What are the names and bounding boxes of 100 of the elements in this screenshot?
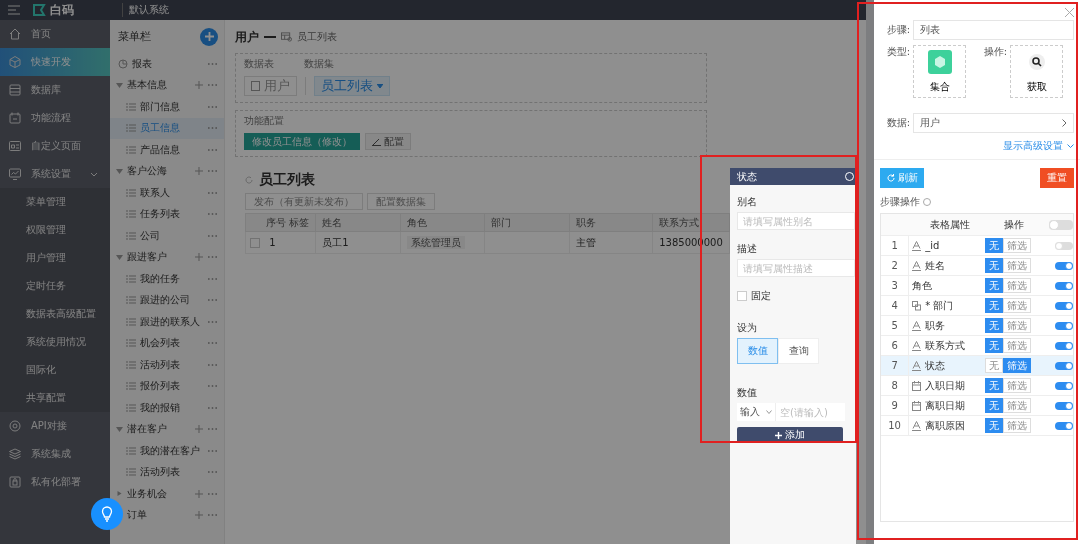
column-header[interactable]: 职务: [569, 213, 653, 232]
more-icon[interactable]: [207, 190, 218, 195]
row-checkbox[interactable]: [250, 238, 260, 248]
submenu-item[interactable]: 系统使用情况: [0, 328, 110, 356]
option-button[interactable]: 查询: [778, 338, 819, 364]
chevron-icon[interactable]: [90, 171, 98, 177]
mode-option[interactable]: 筛选: [1003, 398, 1031, 413]
more-icon[interactable]: [207, 405, 218, 410]
menu-item[interactable]: 报表: [132, 56, 203, 71]
mode-option[interactable]: 无: [985, 398, 1003, 413]
more-icon[interactable]: [207, 298, 218, 303]
publish-button[interactable]: 发布（有更新未发布）: [245, 193, 363, 210]
caret-icon[interactable]: [116, 82, 123, 88]
column-header[interactable]: 联系方式: [652, 213, 730, 232]
sidebar-item[interactable]: 私有化部署: [0, 468, 110, 496]
step-field[interactable]: 列表: [913, 20, 1074, 40]
column-header[interactable]: 部门: [484, 213, 570, 232]
submenu-item[interactable]: 权限管理: [0, 216, 110, 244]
toggle-switch[interactable]: [1055, 381, 1073, 390]
toggle-switch[interactable]: [1055, 281, 1073, 290]
mode-option[interactable]: 无: [985, 318, 1003, 333]
mode-option[interactable]: 无: [985, 258, 1003, 273]
toggle-switch[interactable]: [1049, 219, 1073, 230]
config-button[interactable]: 配置: [365, 133, 411, 150]
menu-item[interactable]: 我的报销: [110, 397, 224, 419]
more-icon[interactable]: [207, 83, 218, 88]
toggle-switch[interactable]: [1055, 421, 1073, 430]
plus-icon[interactable]: [195, 253, 203, 262]
mode-option[interactable]: 无: [985, 298, 1003, 313]
table-row[interactable]: 8 入职日期 无 筛选: [881, 376, 1073, 396]
toggle-switch[interactable]: [1055, 341, 1073, 350]
submenu-item[interactable]: 用户管理: [0, 244, 110, 272]
menu-item[interactable]: 产品信息: [110, 139, 224, 161]
sidebar-item[interactable]: API对接: [0, 412, 110, 440]
table-row[interactable]: 1 _id 无 筛选: [881, 236, 1073, 256]
column-header[interactable]: 角色: [400, 213, 485, 232]
action-button[interactable]: 修改员工信息（修改）: [244, 133, 360, 150]
menu-item[interactable]: 我的任务: [110, 268, 224, 290]
menu-item[interactable]: 报价列表: [110, 375, 224, 397]
more-icon[interactable]: [207, 276, 218, 281]
more-icon[interactable]: [207, 513, 218, 518]
menu-group[interactable]: 业务机会: [127, 486, 191, 501]
refresh-button[interactable]: 刷新: [880, 168, 924, 188]
mode-option[interactable]: 筛选: [1003, 278, 1031, 293]
toggle-switch[interactable]: [1055, 241, 1073, 250]
mode-option[interactable]: 筛选: [1003, 298, 1031, 313]
menu-item[interactable]: 跟进的联系人: [110, 311, 224, 333]
table-row[interactable]: 4 * 部门 无 筛选: [881, 296, 1073, 316]
close-icon[interactable]: [1065, 8, 1074, 17]
submenu-item[interactable]: 共享配置: [0, 384, 110, 412]
menu-item[interactable]: 我的潜在客户: [110, 440, 224, 462]
plus-icon[interactable]: [195, 167, 203, 176]
menu-group[interactable]: 潜在客户: [127, 422, 191, 437]
plus-icon[interactable]: [195, 425, 203, 434]
sidebar-item[interactable]: 系统集成: [0, 440, 110, 468]
more-icon[interactable]: [207, 319, 218, 324]
toggle-switch[interactable]: [1055, 301, 1073, 310]
menu-group[interactable]: 基本信息: [127, 78, 191, 93]
submenu-item[interactable]: 国际化: [0, 356, 110, 384]
menu-item[interactable]: 活动列表: [110, 354, 224, 376]
caret-icon[interactable]: [116, 426, 123, 432]
plus-icon[interactable]: [195, 489, 203, 498]
more-icon[interactable]: [207, 341, 218, 346]
table-row[interactable]: 10 离职原因 无 筛选: [881, 416, 1073, 436]
table-row[interactable]: 2 姓名 无 筛选: [881, 256, 1073, 276]
reset-button[interactable]: 重置: [1040, 168, 1074, 188]
menu-item[interactable]: 公司: [110, 225, 224, 247]
menu-item[interactable]: 任务列表: [110, 203, 224, 225]
caret-icon[interactable]: [116, 168, 123, 174]
mode-option[interactable]: 筛选: [1003, 378, 1031, 393]
more-icon[interactable]: [207, 126, 218, 131]
menu-group[interactable]: 跟进客户: [127, 250, 191, 265]
operation-card[interactable]: 获取: [1010, 45, 1063, 98]
more-icon[interactable]: [207, 384, 218, 389]
caret-icon[interactable]: [116, 254, 123, 260]
sidebar-item[interactable]: 自定义页面: [0, 132, 110, 160]
add-button[interactable]: [200, 27, 218, 46]
mode-option[interactable]: 筛选: [1003, 358, 1031, 373]
sidebar-item[interactable]: 快速开发: [0, 48, 110, 76]
mode-option[interactable]: 筛选: [1003, 258, 1031, 273]
submenu-item[interactable]: 数据表高级配置: [0, 300, 110, 328]
toggle-switch[interactable]: [1055, 401, 1073, 410]
menu-icon[interactable]: [8, 5, 20, 15]
more-icon[interactable]: [207, 255, 218, 260]
mode-option[interactable]: 筛选: [1003, 338, 1031, 353]
mode-option[interactable]: 无: [985, 238, 1003, 253]
menu-item[interactable]: 员工信息: [110, 117, 224, 139]
menu-item[interactable]: 活动列表: [110, 461, 224, 483]
mode-option[interactable]: 筛选: [1003, 318, 1031, 333]
mode-option[interactable]: 筛选: [1003, 418, 1031, 433]
toggle-switch[interactable]: [1055, 261, 1073, 270]
checkbox[interactable]: [737, 291, 747, 301]
more-icon[interactable]: [207, 470, 218, 475]
mode-option[interactable]: 无: [985, 418, 1003, 433]
table-row[interactable]: 5 职务 无 筛选: [881, 316, 1073, 336]
table-row[interactable]: 9 离职日期 无 筛选: [881, 396, 1073, 416]
table-row[interactable]: 3 角色 无 筛选: [881, 276, 1073, 296]
data-field[interactable]: 用户: [913, 113, 1074, 133]
more-icon[interactable]: [207, 104, 218, 109]
more-icon[interactable]: [207, 61, 218, 66]
